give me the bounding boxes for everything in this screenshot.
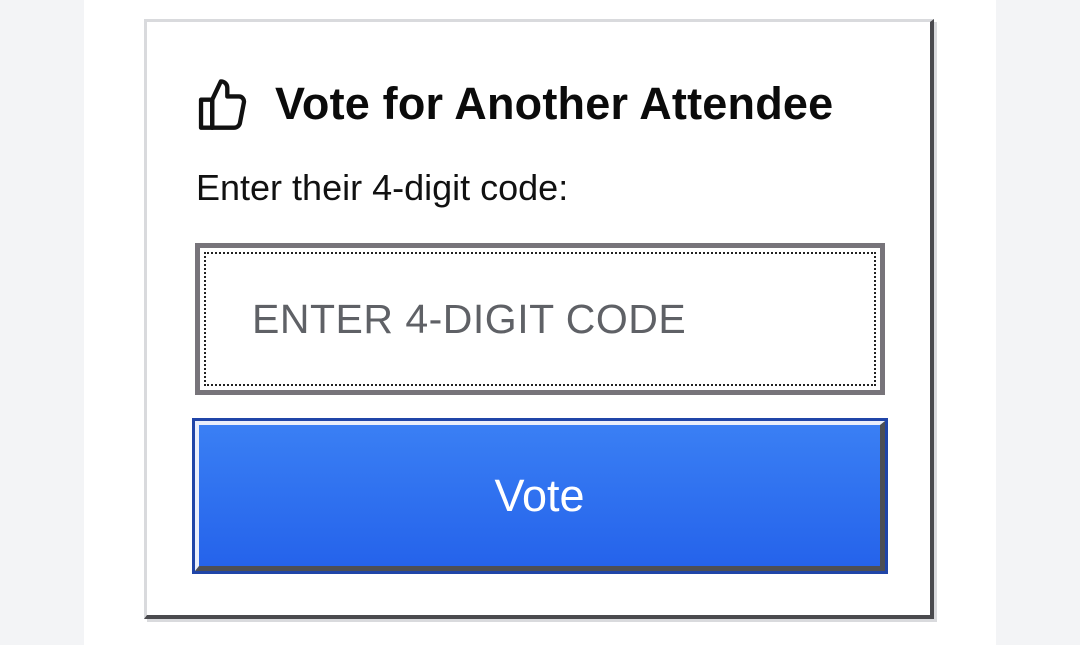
code-prompt-label: Enter their 4-digit code: bbox=[196, 167, 569, 208]
code-input[interactable] bbox=[204, 252, 876, 386]
thumbs-up-icon bbox=[197, 76, 249, 132]
vote-button[interactable]: Vote bbox=[192, 418, 888, 574]
vote-card: Vote for Another Attendee Enter their 4-… bbox=[144, 19, 934, 619]
code-input-frame bbox=[195, 243, 885, 395]
card-header: Vote for Another Attendee bbox=[197, 74, 833, 134]
card-title: Vote for Another Attendee bbox=[275, 78, 834, 129]
